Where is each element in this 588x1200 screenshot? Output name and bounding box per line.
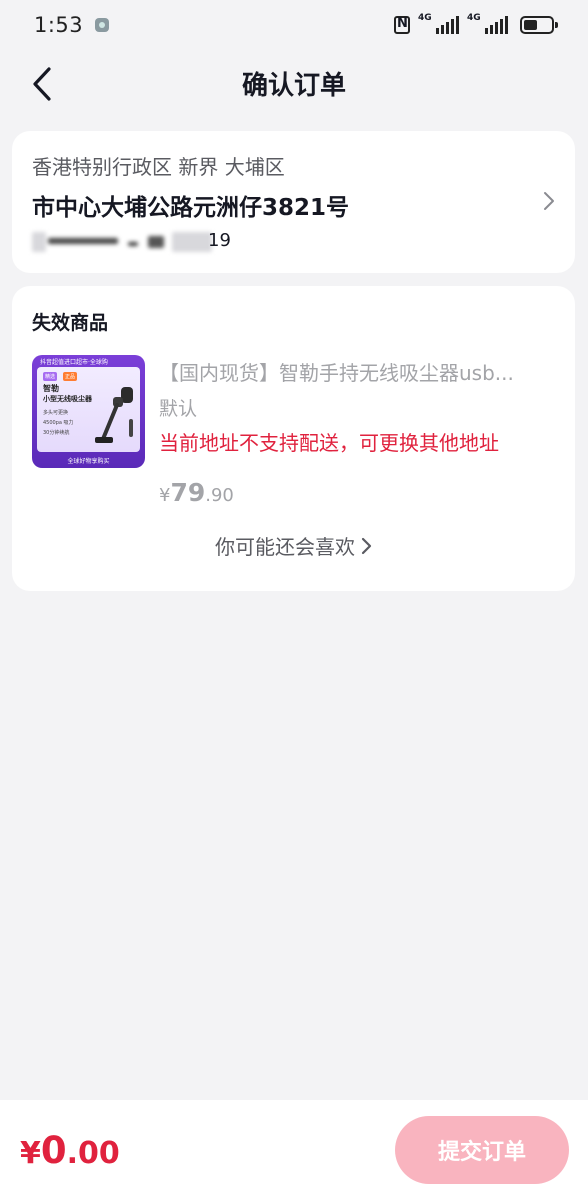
delivery-warning: 当前地址不支持配送，可更换其他地址 <box>159 431 499 455</box>
product-name: 【国内现货】智勒手持无线吸尘器usb... <box>159 361 514 385</box>
thumbnail-tag: 精选 <box>43 372 58 381</box>
signal-icon: 4G <box>467 13 508 34</box>
network-label: 4G <box>418 13 432 23</box>
total-decimal: .00 <box>66 1135 120 1171</box>
address-detail: 市中心大埔公路元洲仔3821号 <box>32 195 350 221</box>
total-price: ¥0.00 <box>20 1129 120 1172</box>
chevron-left-icon <box>33 67 51 101</box>
nfc-icon <box>394 16 410 34</box>
thumbnail-footer: 全球好物享购买 <box>67 458 110 465</box>
total-currency: ¥ <box>20 1135 41 1171</box>
thumbnail-feature: 30分钟续航 <box>43 430 70 436</box>
price-integer: 79 <box>170 478 206 507</box>
address-contact: 19 <box>32 230 555 256</box>
status-icons: 4G 4G <box>394 13 558 34</box>
redacted-block <box>48 238 118 244</box>
thumbnail-panel: 精选 正品 智勒 小型无线吸尘器 多头可更换 4500pa 吸力 30分钟续航 <box>37 367 140 452</box>
signal-icon: 4G <box>418 13 459 34</box>
thumbnail-tag: 正品 <box>63 372 78 381</box>
total-integer: 0 <box>40 1128 67 1172</box>
address-region: 香港特别行政区 新界 大埔区 <box>32 155 285 179</box>
notification-icon <box>95 18 110 32</box>
thumbnail-name: 小型无线吸尘器 <box>43 395 92 403</box>
chevron-right-icon <box>544 192 554 210</box>
back-button[interactable] <box>22 64 62 104</box>
redacted-block <box>148 236 164 248</box>
bottom-bar: ¥0.00 提交订单 <box>0 1100 588 1200</box>
chevron-right-icon <box>361 537 372 554</box>
product-item[interactable]: 抖音超值进口超市·全球购 精选 正品 智勒 小型无线吸尘器 多头可更换 4500… <box>32 355 555 507</box>
submit-order-button[interactable]: 提交订单 <box>395 1116 569 1184</box>
page-title: 确认订单 <box>241 70 346 101</box>
price-decimal: .90 <box>205 485 234 506</box>
section-title: 失效商品 <box>32 312 109 334</box>
thumbnail-banner: 抖音超值进口超市·全球购 <box>40 359 108 366</box>
contact-fragment: 19 <box>208 230 231 251</box>
product-spec: 默认 <box>159 398 198 420</box>
redacted-block <box>32 232 46 252</box>
status-bar: 1:53 4G 4G <box>0 0 588 50</box>
address-card[interactable]: 香港特别行政区 新界 大埔区 市中心大埔公路元洲仔3821号 19 <box>12 131 575 273</box>
thumbnail-brand: 智勒 <box>43 384 59 393</box>
product-price: ¥79.90 <box>159 478 555 507</box>
redacted-block <box>172 232 212 252</box>
price-currency: ¥ <box>159 485 171 506</box>
vacuum-image <box>95 387 133 443</box>
thumbnail-feature: 4500pa 吸力 <box>43 420 74 426</box>
redacted-block <box>128 242 138 246</box>
status-time: 1:53 <box>34 13 84 37</box>
battery-icon <box>520 16 558 34</box>
product-thumbnail: 抖音超值进口超市·全球购 精选 正品 智勒 小型无线吸尘器 多头可更换 4500… <box>32 355 145 468</box>
header: 确认订单 <box>0 50 588 116</box>
thumbnail-feature: 多头可更换 <box>43 410 69 416</box>
network-label: 4G <box>467 13 481 23</box>
product-info: 【国内现货】智勒手持无线吸尘器usb... 默认 当前地址不支持配送，可更换其他… <box>159 355 555 507</box>
invalid-goods-card: 失效商品 抖音超值进口超市·全球购 精选 正品 智勒 小型无线吸尘器 多头可更换… <box>12 286 575 591</box>
recommend-link[interactable]: 你可能还会喜欢 <box>32 531 555 560</box>
recommend-label: 你可能还会喜欢 <box>215 535 355 559</box>
